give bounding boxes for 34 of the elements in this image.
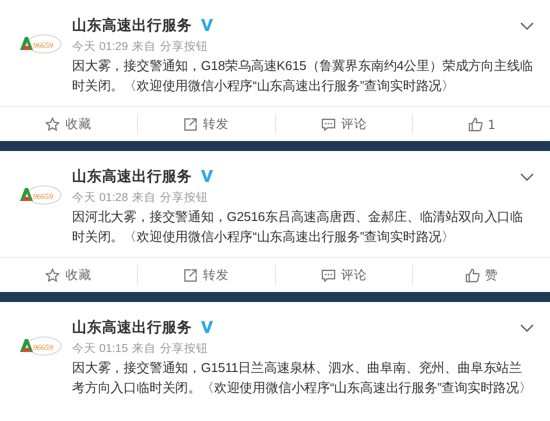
post-text: 因大雾，接交警通知，G1511日兰高速泉林、泗水、曲阜南、兖州、曲阜东站兰考方向入口临时关闭。〈欢迎使用微信小程序“山东高速出行服务”查询实时路况〉 [72,359,533,397]
comment-icon [320,116,336,132]
source-label: 来自 [132,342,156,356]
like-button[interactable]: 赞 [465,266,498,284]
repost-button[interactable]: 转发 [183,266,230,284]
comment-button[interactable]: 评论 [320,116,367,132]
author-name[interactable]: 山东高速出行服务 [72,16,192,34]
post-time[interactable]: 今天 01:29 [72,39,128,54]
avatar-logo: 96659 [18,175,62,215]
chevron-down-icon[interactable] [520,172,534,182]
star-icon [45,116,60,132]
avatar-logo: 96659 [18,326,62,366]
star-icon [45,268,60,282]
favorite-button[interactable]: 收藏 [45,266,92,284]
post-text: 因大雾，接交警通知，G18荣乌高速K615（鲁冀界东南约4公里）荣成方向主线临时关闭。〈欢迎使用微信小程序“山东高速出行服务”查询实时路况〉 [72,57,534,95]
comment-button[interactable]: 评论 [320,266,367,284]
repost-button[interactable]: 转发 [183,116,230,132]
chevron-down-icon[interactable] [520,324,534,332]
thumbs-up-icon [465,268,480,282]
thumbs-up-icon [468,116,483,132]
avatar-logo: 96659 [18,24,62,64]
chevron-down-icon[interactable] [520,22,534,30]
post-time[interactable]: 今天 01:15 [72,341,128,356]
author-name[interactable]: 山东高速出行服务 [72,318,192,336]
share-icon [183,116,198,132]
source-label: 来自 [132,40,156,54]
comment-icon [320,268,336,282]
source-label: 来自 [132,190,156,205]
post-text: 因河北大雾，接交警通知，G2516东吕高速高唐西、金郝庄、临清站双向入口临时关闭。〈欢迎使用微信小程序“山东高速出行服务”查询实时路况〉 [72,208,524,246]
like-button[interactable]: 1 [468,116,496,132]
post-time[interactable]: 今天 01:28 [72,190,128,205]
author-name[interactable]: 山东高速出行服务 [72,166,192,186]
favorite-button[interactable]: 收藏 [45,116,92,132]
share-icon [183,268,198,282]
